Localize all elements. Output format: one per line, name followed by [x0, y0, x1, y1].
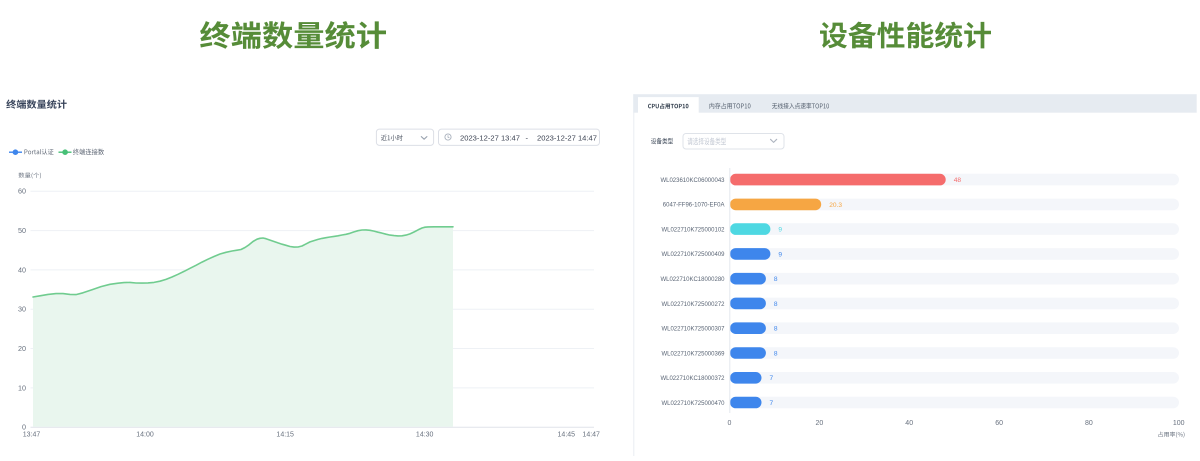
svg-text:20: 20 [816, 420, 824, 427]
svg-text:8: 8 [774, 350, 778, 357]
svg-text:100: 100 [1173, 420, 1185, 427]
svg-text:0: 0 [22, 423, 26, 432]
svg-text:14:15: 14:15 [276, 431, 294, 438]
svg-text:40: 40 [18, 265, 26, 274]
svg-text:8: 8 [774, 326, 778, 333]
svg-text:60: 60 [18, 187, 26, 196]
svg-text:48: 48 [954, 177, 962, 184]
svg-text:8: 8 [774, 276, 778, 283]
svg-text:20: 20 [18, 344, 26, 353]
svg-text:10: 10 [18, 383, 26, 392]
svg-text:6047-FF96-1070-EF0A: 6047-FF96-1070-EF0A [663, 203, 725, 209]
svg-text:WL022710K725000272: WL022710K725000272 [661, 302, 725, 308]
svg-text:40: 40 [905, 420, 913, 427]
svg-text:WL022710KC18000280: WL022710KC18000280 [660, 277, 725, 283]
svg-text:WL022710K725000470: WL022710K725000470 [661, 401, 725, 407]
svg-text:60: 60 [995, 420, 1003, 427]
svg-text:0: 0 [728, 420, 732, 427]
svg-text:30: 30 [18, 305, 26, 314]
svg-text:80: 80 [1085, 420, 1093, 427]
svg-text:14:30: 14:30 [416, 431, 434, 438]
svg-text:WL023610KC06000043: WL023610KC06000043 [660, 178, 725, 184]
svg-text:WL022710K725000102: WL022710K725000102 [661, 227, 725, 233]
svg-text:14:47: 14:47 [582, 431, 600, 438]
svg-text:WL022710K725000307: WL022710K725000307 [661, 327, 725, 333]
svg-text:9: 9 [778, 227, 782, 234]
svg-text:8: 8 [774, 301, 778, 308]
svg-text:50: 50 [18, 226, 26, 235]
svg-text:WL022710K725000409: WL022710K725000409 [661, 252, 725, 258]
svg-text:14:45: 14:45 [558, 431, 576, 438]
svg-text:WL022710KC18000372: WL022710KC18000372 [660, 376, 725, 382]
svg-text:WL022710K725000369: WL022710K725000369 [661, 351, 725, 357]
svg-text:7: 7 [770, 400, 774, 407]
svg-text:2023-12-27 13:47: 2023-12-27 13:47 [460, 134, 520, 143]
svg-text:2023-12-27 14:47: 2023-12-27 14:47 [537, 134, 597, 143]
svg-text:13:47: 13:47 [23, 431, 41, 438]
svg-text:9: 9 [778, 251, 782, 258]
svg-text:14:00: 14:00 [136, 431, 154, 438]
svg-text:7: 7 [770, 375, 774, 382]
svg-text:20.3: 20.3 [829, 202, 842, 209]
